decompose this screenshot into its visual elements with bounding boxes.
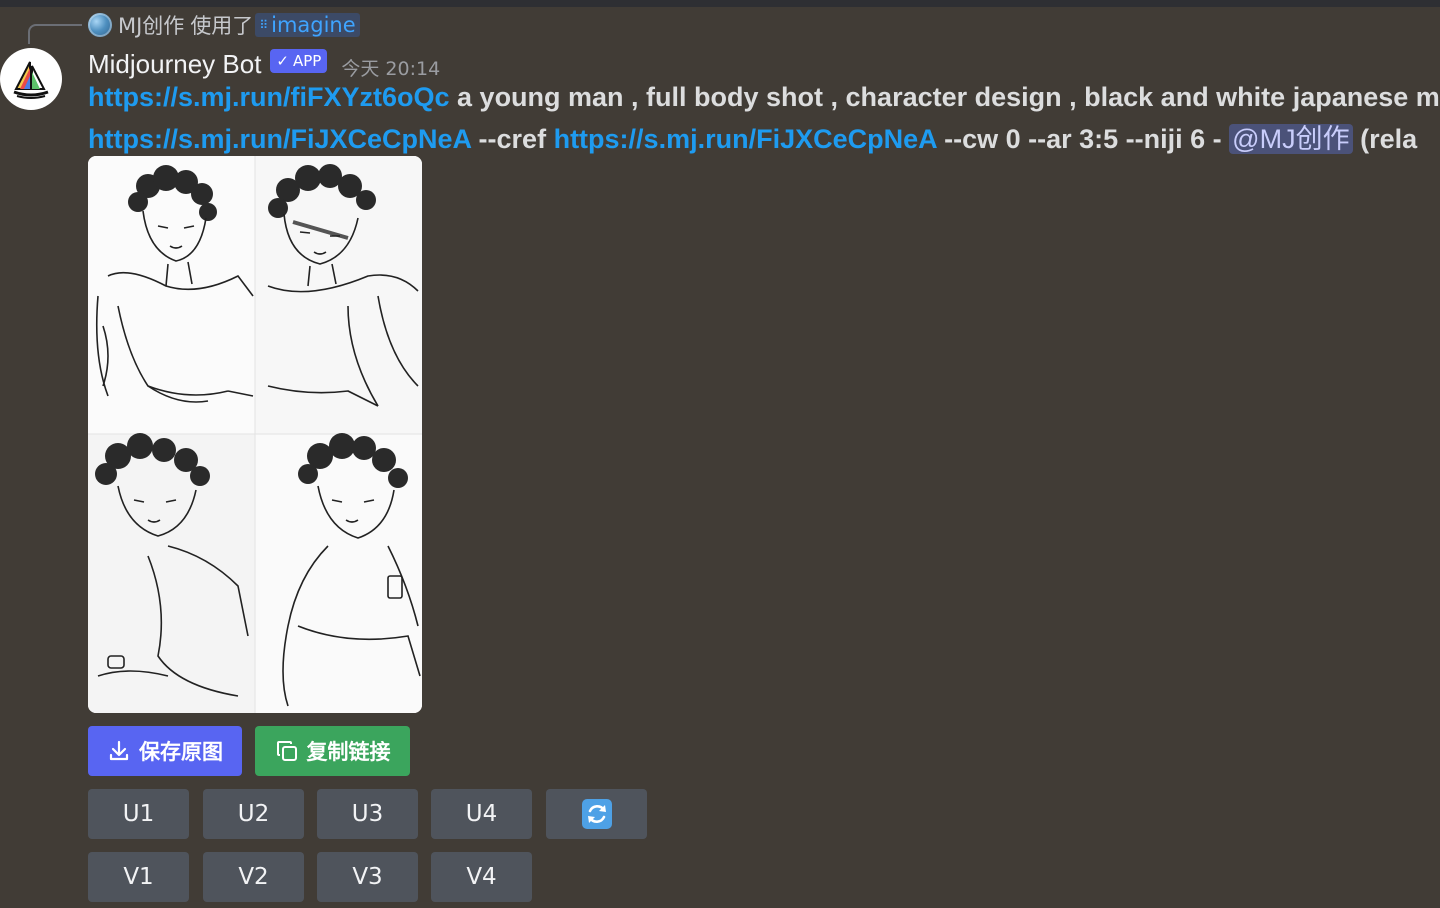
variation-button-1[interactable]: V1 [88, 852, 189, 902]
prompt-link-1[interactable]: https://s.mj.run/fiFXYzt6oQc [88, 82, 450, 112]
variation-button-3[interactable]: V3 [317, 852, 418, 902]
prompt-link-2[interactable]: https://s.mj.run/FiJXCeCpNeA [88, 124, 471, 154]
sailboat-logo-icon [13, 61, 49, 99]
message-line-1: https://s.mj.run/fiFXYzt6oQc a young man… [88, 82, 1440, 113]
bot-avatar[interactable] [0, 48, 62, 110]
reply-reference[interactable]: MJ创作 使用了 ⠿ imagine [88, 10, 360, 40]
cref-text: --cref [471, 124, 554, 154]
upscale-button-3[interactable]: U3 [317, 789, 418, 839]
reply-used-text: 使用了 [190, 14, 254, 38]
refresh-icon [581, 799, 612, 829]
save-original-label: 保存原图 [139, 740, 223, 764]
author-name[interactable]: Midjourney Bot [88, 49, 261, 80]
prompt-text: a young man , full body shot , character… [449, 82, 1440, 112]
slash-command-icon: ⠿ [259, 18, 268, 32]
upscale-button-1[interactable]: U1 [88, 789, 189, 839]
params-text: --cw 0 --ar 3:5 --niji 6 - [936, 124, 1230, 154]
cref-link[interactable]: https://s.mj.run/FiJXCeCpNeA [554, 124, 937, 154]
tail-text: (rela [1352, 124, 1418, 154]
variation-button-4[interactable]: V4 [431, 852, 532, 902]
reply-user-avatar[interactable] [88, 13, 112, 37]
message-line-2: https://s.mj.run/FiJXCeCpNeA --cref http… [88, 117, 1417, 156]
app-badge: ✓ APP [270, 49, 328, 73]
copy-link-button[interactable]: 复制链接 [255, 726, 410, 776]
command-name: imagine [271, 13, 356, 37]
upscale-button-2[interactable]: U2 [203, 789, 304, 839]
top-bar [0, 0, 1440, 7]
copy-icon [276, 741, 297, 761]
message-header: Midjourney Bot ✓ APP 今天 20:14 [88, 46, 440, 82]
copy-link-label: 复制链接 [306, 740, 391, 764]
user-mention[interactable]: @MJ创作 [1229, 124, 1353, 154]
upscale-button-4[interactable]: U4 [431, 789, 532, 839]
reply-connector [28, 24, 82, 44]
reroll-button[interactable] [546, 789, 647, 839]
command-tag[interactable]: ⠿ imagine [255, 13, 360, 37]
app-badge-label: APP [293, 52, 322, 70]
download-icon [109, 740, 129, 761]
verified-check-icon: ✓ [276, 52, 289, 70]
reply-username[interactable]: MJ创作 [118, 10, 184, 40]
save-original-button[interactable]: 保存原图 [88, 726, 242, 776]
generated-image-grid[interactable] [88, 156, 422, 713]
message-timestamp[interactable]: 今天 20:14 [341, 54, 440, 81]
variation-button-2[interactable]: V2 [203, 852, 304, 902]
